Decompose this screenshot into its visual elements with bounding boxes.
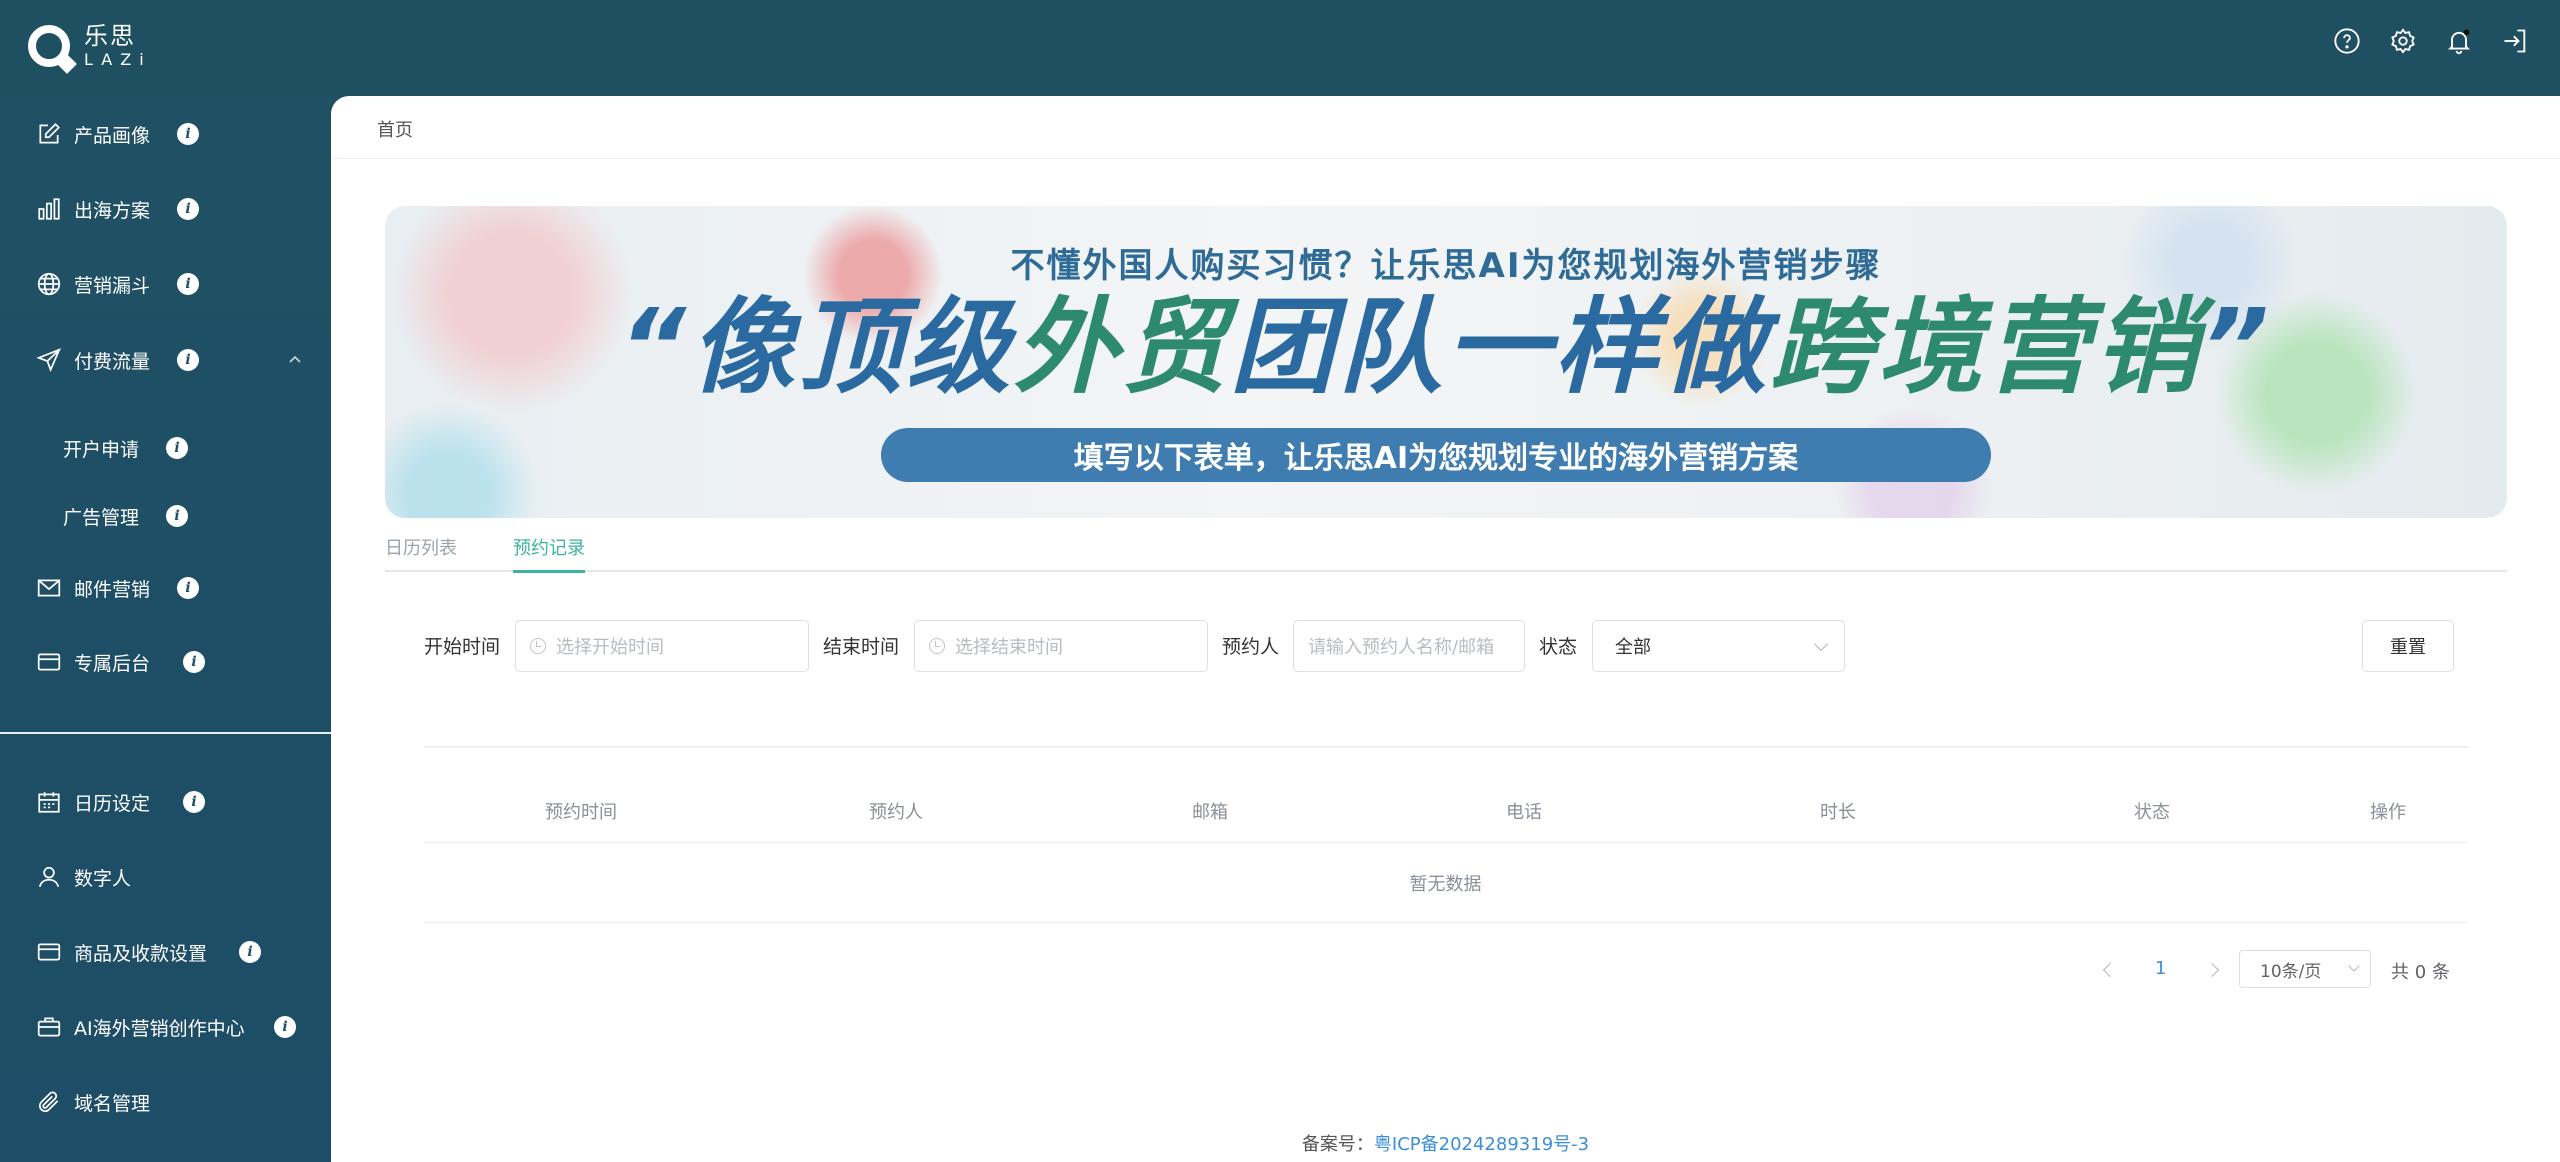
next-page-icon[interactable] — [2204, 962, 2220, 978]
chevron-down-icon — [2348, 960, 2360, 972]
brand-name-cn: 乐思 — [84, 22, 136, 50]
sidebar-item-overseas-plan[interactable]: 出海方案 i — [0, 181, 331, 237]
tab-booking-records[interactable]: 预约记录 — [513, 534, 585, 573]
card-icon — [36, 939, 62, 965]
promo-banner[interactable]: 不懂外国人购买习惯？让乐思AI为您规划海外营销步骤 “像顶级外贸团队一样做跨境营… — [385, 206, 2507, 518]
page-size-select[interactable]: 10条/页 — [2239, 950, 2371, 988]
info-icon[interactable]: i — [177, 577, 199, 599]
brand-logo[interactable]: 乐思 LAZi — [28, 24, 152, 68]
sidebar-item-dedicated-backend[interactable]: 专属后台 i — [0, 634, 331, 690]
edit-icon — [36, 121, 62, 147]
column-header: 邮箱 — [1192, 802, 1228, 823]
table-header-divider — [424, 842, 2468, 843]
column-header: 操作 — [2370, 802, 2406, 823]
sidebar-item-ad-management[interactable]: 广告管理 i — [0, 488, 331, 544]
start-time-label: 开始时间 — [424, 636, 501, 658]
info-icon[interactable]: i — [177, 123, 199, 145]
sidebar: 产品画像 i 出海方案 i 营销漏斗 i 付费流量 i 开户申请 i 广告管理 … — [0, 96, 331, 1162]
tab-calendar-list[interactable]: 日历列表 — [385, 534, 457, 570]
sidebar-item-product-profile[interactable]: 产品画像 i — [0, 106, 331, 162]
info-icon[interactable]: i — [239, 941, 261, 963]
column-header: 状态 — [2134, 802, 2170, 823]
status-select[interactable]: 全部 — [1592, 620, 1845, 672]
empty-state-text: 暂无数据 — [1409, 874, 1482, 895]
banner-cta: 填写以下表单，让乐思AI为您规划专业的海外营销方案 — [881, 428, 1991, 482]
bar-chart-icon — [36, 196, 62, 222]
column-header: 预约时间 — [545, 802, 617, 823]
page-number[interactable]: 1 — [2155, 958, 2166, 979]
mail-icon — [36, 575, 62, 601]
clock-icon — [929, 638, 945, 654]
chevron-down-icon — [1813, 636, 1829, 652]
info-icon[interactable]: i — [177, 273, 199, 295]
sidebar-item-marketing-funnel[interactable]: 营销漏斗 i — [0, 256, 331, 312]
card-icon — [36, 649, 62, 675]
bell-icon[interactable] — [2444, 26, 2474, 56]
end-time-input[interactable]: 选择结束时间 — [914, 620, 1208, 672]
icp-link[interactable]: 粤ICP备2024289319号-3 — [1374, 1134, 1589, 1155]
icp-label: 备案号： — [1301, 1134, 1374, 1155]
briefcase-icon — [36, 1014, 62, 1040]
gear-icon[interactable] — [2388, 26, 2418, 56]
user-icon — [36, 864, 62, 890]
banner-subtitle: 不懂外国人购买习惯？让乐思AI为您规划海外营销步骤 — [1010, 246, 1882, 286]
info-icon[interactable]: i — [183, 791, 205, 813]
column-header: 预约人 — [869, 802, 923, 823]
reset-button[interactable]: 重置 — [2362, 620, 2454, 672]
breadcrumb-divider — [331, 158, 2560, 159]
tab-bar: 日历列表 预约记录 — [385, 534, 2507, 573]
sidebar-item-ai-creation-center[interactable]: AI海外营销创作中心 i — [0, 999, 331, 1055]
status-label: 状态 — [1539, 636, 1578, 658]
info-icon[interactable]: i — [177, 349, 199, 371]
info-icon[interactable]: i — [166, 437, 188, 459]
send-icon — [36, 347, 62, 373]
start-time-input[interactable]: 选择开始时间 — [515, 620, 809, 672]
chevron-up-icon[interactable] — [288, 353, 302, 367]
sidebar-item-digital-human[interactable]: 数字人 — [0, 849, 331, 905]
sidebar-item-calendar-settings[interactable]: 日历设定 i — [0, 774, 331, 830]
paperclip-icon — [36, 1089, 62, 1115]
clock-icon — [530, 638, 546, 654]
logout-icon[interactable] — [2500, 26, 2530, 56]
sidebar-item-domain-management[interactable]: 域名管理 — [0, 1074, 331, 1130]
prev-page-icon[interactable] — [2102, 962, 2118, 978]
sidebar-item-paid-traffic[interactable]: 付费流量 i — [0, 332, 331, 388]
sidebar-divider — [0, 732, 331, 734]
globe-icon — [36, 271, 62, 297]
info-icon[interactable]: i — [183, 651, 205, 673]
info-icon[interactable]: i — [166, 505, 188, 527]
info-icon[interactable]: i — [177, 198, 199, 220]
top-bar: 乐思 LAZi — [0, 0, 2560, 96]
breadcrumb[interactable]: 首页 — [377, 116, 413, 142]
table-bottom-border — [424, 922, 2468, 923]
column-header: 电话 — [1506, 802, 1542, 823]
sidebar-item-email-marketing[interactable]: 邮件营销 i — [0, 560, 331, 616]
main-content: 首页 不懂外国人购买习惯？让乐思AI为您规划海外营销步骤 “像顶级外贸团队一样做… — [331, 96, 2560, 1162]
sidebar-item-product-payment-settings[interactable]: 商品及收款设置 i — [0, 924, 331, 980]
calendar-icon — [36, 789, 62, 815]
footer: 备案号：粤ICP备2024289319号-3 — [331, 1130, 2560, 1156]
banner-headline: “像顶级外贸团队一样做跨境营销” — [618, 286, 2273, 408]
help-icon[interactable] — [2332, 26, 2362, 56]
brand-name-en: LAZi — [84, 50, 152, 69]
table-top-border — [424, 746, 2468, 748]
logo-mark-icon — [28, 25, 70, 67]
end-time-label: 结束时间 — [823, 636, 900, 658]
total-count: 共 0 条 — [2391, 962, 2450, 983]
sidebar-item-account-application[interactable]: 开户申请 i — [0, 420, 331, 476]
column-header: 时长 — [1820, 802, 1856, 823]
booker-search-input[interactable]: 请输入预约人名称/邮箱 — [1293, 620, 1525, 672]
booker-label: 预约人 — [1222, 636, 1280, 658]
info-icon[interactable]: i — [274, 1016, 296, 1038]
